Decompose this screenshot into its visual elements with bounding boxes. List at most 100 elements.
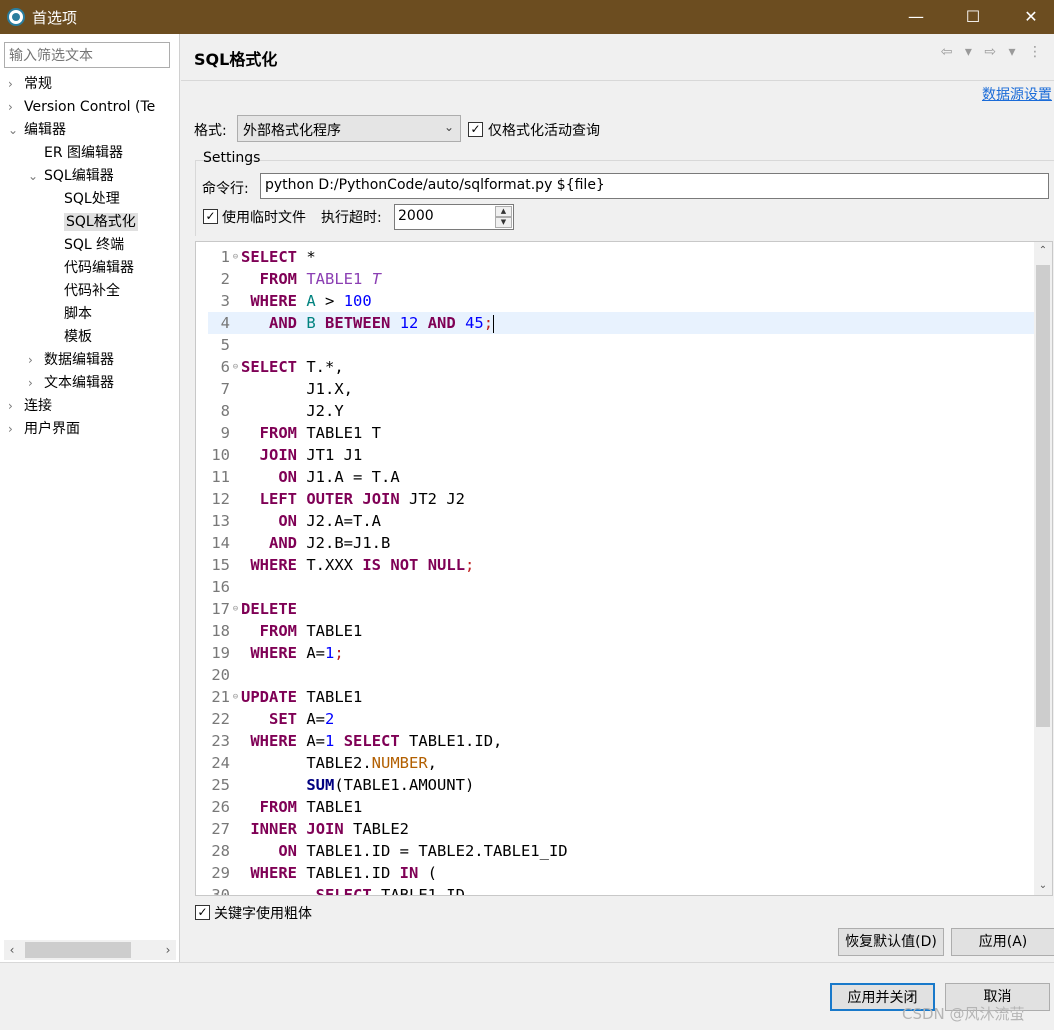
code-token: UPDATE [241,688,297,706]
editor-ruler [196,242,208,895]
code-token: TABLE1 [297,688,363,706]
tree-item[interactable]: SQL 终端 [48,234,124,256]
chevron-right-icon[interactable]: › [8,418,24,440]
code-line: 11 ON J1.A = T.A [208,466,1034,488]
spin-up-icon[interactable]: ▲ [495,206,512,217]
tree-item[interactable]: › 用户界面 [8,418,80,440]
editor-vertical-scrollbar[interactable]: ⌃ ⌄ [1034,242,1052,895]
tree-item[interactable]: › 文本编辑器 [28,372,114,394]
code-text: FROM TABLE1 [241,622,363,640]
temp-file-label[interactable]: 使用临时文件 [222,207,306,227]
spin-down-icon[interactable]: ▼ [495,217,512,228]
active-query-label[interactable]: 仅格式化活动查询 [488,120,600,140]
code-token: 45 [465,314,484,332]
timeout-value[interactable]: 2000 [398,208,434,224]
chevron-down-icon[interactable]: ⌄ [28,165,44,187]
code-token: AND [427,314,456,332]
chevron-right-icon[interactable]: › [8,96,24,118]
tree-item[interactable]: ⌄ 编辑器 [8,119,66,141]
tree-item[interactable]: 代码补全 [48,280,120,302]
minimize-button[interactable]: — [893,0,939,34]
scrollbar-thumb[interactable] [1036,265,1050,727]
active-query-checkbox[interactable]: ✓ [468,122,483,137]
code-token: TABLE1 [306,270,363,288]
fold-toggle-icon[interactable]: ⊖ [230,246,241,268]
tree-item[interactable]: SQL格式化 [48,211,138,233]
filter-input[interactable] [4,42,170,68]
tree-item[interactable]: ⌄ SQL编辑器 [28,165,114,187]
line-number: 25 [211,776,230,794]
code-token: A= [297,732,326,750]
scroll-up-icon[interactable]: ⌃ [1034,242,1052,260]
tree-item[interactable]: 代码编辑器 [48,257,134,279]
format-select[interactable]: 外部格式化程序 ⌄ [237,115,461,142]
line-number: 10 [211,446,230,464]
fold-toggle-icon[interactable]: ⊖ [230,686,241,708]
tree-item-label: 编辑器 [24,122,66,138]
chevron-right-icon[interactable]: › [8,73,24,95]
chevron-right-icon[interactable]: › [28,349,44,371]
code-text: FROM TABLE1 T [241,424,381,442]
scroll-left-icon[interactable]: ‹ [4,940,20,960]
code-text: JOIN JT1 J1 [241,446,363,464]
temp-file-checkbox[interactable]: ✓ [203,209,218,224]
code-text: SELECT T.*, [241,358,344,376]
bold-keywords-checkbox[interactable]: ✓ [195,905,210,920]
code-token: TABLE1 [297,622,363,640]
scrollbar-thumb[interactable] [25,942,131,958]
command-line-input[interactable]: python D:/PythonCode/auto/sqlformat.py $… [260,173,1049,199]
line-number: 16 [211,578,230,596]
tree-item[interactable]: ER 图编辑器 [28,142,123,164]
apply-button[interactable]: 应用(A) [951,928,1054,956]
title-divider [181,80,1054,81]
settings-group-label: Settings [203,150,261,166]
chevron-down-icon[interactable]: ⌄ [8,119,24,141]
tree-item[interactable]: SQL处理 [48,188,120,210]
sql-preview-editor[interactable]: 1 ⊖ SELECT * 2 FROM TABLE1 T3 WHERE A > 100… [195,241,1053,896]
timeout-spinner[interactable]: 2000 ▲ ▼ [394,204,514,230]
line-number: 3 [220,292,230,310]
code-token: NOT [390,556,419,574]
tree-item[interactable]: 脚本 [48,303,92,325]
code-token: ; [483,314,494,332]
code-token: ON [278,512,297,530]
tree-item[interactable]: › Version Control (Te [8,96,155,118]
history-nav-icons[interactable]: ⇦ ▾ ⇨ ▾ ⋮ [941,44,1046,60]
code-token: J2.Y [241,402,344,420]
code-line: 15 WHERE T.XXX IS NOT NULL; [208,554,1034,576]
code-text: LEFT OUTER JOIN JT2 J2 [241,490,465,508]
tree-item[interactable]: 模板 [48,326,92,348]
chevron-right-icon[interactable]: › [8,395,24,417]
tree-item[interactable]: › 常规 [8,73,52,95]
code-token: B [306,314,316,332]
fold-toggle-icon[interactable]: ⊖ [230,598,241,620]
tree-item[interactable]: › 数据编辑器 [28,349,114,371]
tree-item-label: 模板 [64,329,92,345]
tree-horizontal-scrollbar[interactable]: ‹ › [4,940,176,960]
tree-item-label: 代码补全 [64,283,120,299]
code-line: 21 ⊖ UPDATE TABLE1 [208,686,1034,708]
scroll-down-icon[interactable]: ⌄ [1034,877,1052,895]
tree-item[interactable]: › 连接 [8,395,52,417]
tree-item-label: SQL处理 [64,191,120,207]
scroll-right-icon[interactable]: › [160,940,176,960]
datasource-settings-link[interactable]: 数据源设置 [982,84,1052,104]
code-line: 2 FROM TABLE1 T [208,268,1034,290]
code-token: WHERE [250,644,298,662]
restore-defaults-button[interactable]: 恢复默认值(D) [838,928,944,956]
line-number: 22 [211,710,230,728]
code-token: FROM [259,270,297,288]
chevron-right-icon[interactable]: › [28,372,44,394]
bold-keywords-label[interactable]: 关键字使用粗体 [214,903,312,923]
fold-toggle-icon[interactable]: ⊖ [230,356,241,378]
close-button[interactable]: ✕ [1008,0,1054,34]
maximize-button[interactable]: ☐ [950,0,996,34]
code-token: J1.X, [241,380,353,398]
code-line: 3 WHERE A > 100 [208,290,1034,312]
